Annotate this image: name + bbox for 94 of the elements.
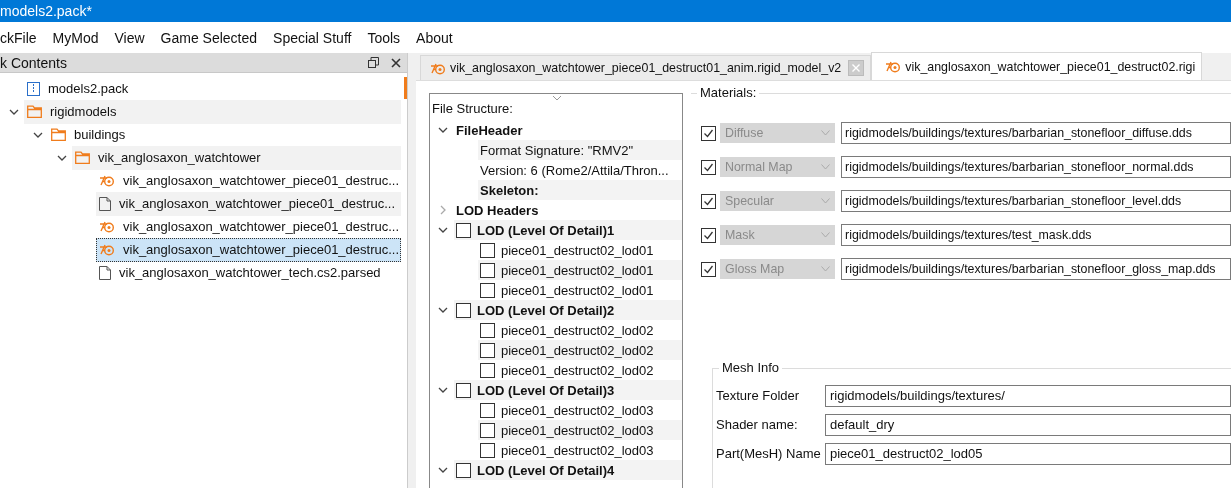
menu-item[interactable]: ckFile <box>0 29 45 46</box>
menu-item[interactable]: Game Selected <box>152 29 266 46</box>
checkbox[interactable] <box>480 262 495 278</box>
tree-item[interactable]: vik_anglosaxon_watchtower_piece01_destruc... <box>96 237 401 262</box>
checkbox[interactable] <box>480 322 495 338</box>
menu-item[interactable]: About <box>408 29 461 46</box>
tree-item[interactable]: piece01_destruct02_lod03 <box>478 440 682 460</box>
chevron-icon[interactable] <box>438 225 448 235</box>
archive-icon <box>27 81 40 96</box>
checkbox[interactable] <box>456 382 471 398</box>
texture-path-field[interactable]: rigidmodels/buildings/textures/barbarian_stonefloor_diffuse.dds <box>841 122 1231 144</box>
texture-path-field[interactable]: rigidmodels/buildings/textures/barbarian_stonefloor_level.dds <box>841 190 1231 212</box>
tree-item[interactable]: rigidmodels <box>24 99 401 124</box>
checkbox[interactable] <box>480 442 495 458</box>
checkbox[interactable] <box>701 261 716 277</box>
tree-item[interactable]: Skeleton: <box>478 180 682 200</box>
window-title: models2.pack* <box>0 3 92 19</box>
field-label: Shader name: <box>716 417 799 432</box>
editor-tab[interactable]: vik_anglosaxon_watchtower_piece01_destruct02.rigi <box>871 52 1203 80</box>
panel-title: File Structure: <box>432 101 513 118</box>
tree-item[interactable]: piece01_destruct02_lod01 <box>478 280 682 300</box>
checkbox[interactable] <box>701 227 716 243</box>
model-icon <box>99 220 115 233</box>
tree-item[interactable]: piece01_destruct02_lod02 <box>478 340 682 360</box>
texture-path-field[interactable]: rigidmodels/buildings/textures/barbarian_stonefloor_gloss_map.dds <box>841 258 1231 280</box>
tree-item[interactable]: piece01_destruct02_lod01 <box>478 260 682 280</box>
float-icon[interactable] <box>368 57 379 68</box>
field-label: Texture Folder <box>716 388 801 403</box>
tree-item[interactable]: vik_anglosaxon_watchtower_piece01_destruc... <box>96 214 401 239</box>
texture-path-field[interactable]: rigidmodels/buildings/textures/barbarian_stonefloor_normal.dds <box>841 156 1231 178</box>
editor-tab[interactable]: vik_anglosaxon_watchtower_piece01_destruct01_anim.rigid_model_v2 <box>420 55 872 80</box>
tree-item[interactable]: models2.pack <box>24 76 401 101</box>
model-icon <box>99 174 115 187</box>
checkbox[interactable] <box>480 362 495 378</box>
tree-item[interactable]: piece01_destruct02_lod03 <box>478 400 682 420</box>
model-icon <box>99 243 115 256</box>
file-icon <box>99 265 111 280</box>
scroll-indicator <box>404 77 407 99</box>
tree-item[interactable]: LOD (Level Of Detail)4 <box>454 460 682 480</box>
checkbox[interactable] <box>456 462 471 478</box>
menu-item[interactable]: Special Stuff <box>265 29 360 46</box>
checkbox[interactable] <box>701 125 716 141</box>
input-field[interactable]: piece01_destruct02_lod05 <box>825 442 1231 465</box>
tree-item[interactable]: vik_anglosaxon_watchtower_piece01_destruc... <box>96 168 401 193</box>
field-label: Part(MesH) Name <box>716 446 822 461</box>
tree-item[interactable]: piece01_destruct02_lod01 <box>478 240 682 260</box>
tree-item[interactable]: piece01_destruct02_lod03 <box>478 420 682 440</box>
chevron-icon[interactable] <box>438 465 448 475</box>
tree-item[interactable]: piece01_destruct02_lod02 <box>478 360 682 380</box>
tree-item[interactable]: buildings <box>48 122 401 147</box>
tree-item[interactable]: LOD Headers <box>454 200 682 220</box>
chevron-icon[interactable] <box>438 385 448 395</box>
caret-icon <box>821 232 830 238</box>
tree-item[interactable]: vik_anglosaxon_watchtower <box>72 145 401 170</box>
caret-icon <box>821 266 830 272</box>
group-title: Materials: <box>697 85 760 100</box>
caret-icon <box>821 198 830 204</box>
tree-item[interactable]: vik_anglosaxon_watchtower_piece01_destruc... <box>96 191 401 216</box>
caret-icon <box>821 130 830 136</box>
tree-item[interactable]: LOD (Level Of Detail)1 <box>454 220 682 240</box>
group-title: Mesh Info <box>719 360 783 375</box>
checkbox[interactable] <box>480 282 495 298</box>
checkbox[interactable] <box>701 159 716 175</box>
tree-item[interactable]: LOD (Level Of Detail)2 <box>454 300 682 320</box>
tree-item[interactable]: Version: 6 (Rome2/Attila/Thron... <box>478 160 682 180</box>
menu-item[interactable]: View <box>106 29 153 46</box>
checkbox[interactable] <box>456 302 471 318</box>
close-icon[interactable] <box>391 57 401 68</box>
folder-icon <box>27 105 42 118</box>
tree-item[interactable]: FileHeader <box>454 120 682 140</box>
checkbox[interactable] <box>480 242 495 258</box>
chevron-icon[interactable] <box>438 125 448 135</box>
checkbox[interactable] <box>701 193 716 209</box>
tree-item[interactable]: piece01_destruct02_lod02 <box>478 320 682 340</box>
folder-icon <box>51 128 66 141</box>
menu-item[interactable]: Tools <box>359 29 409 46</box>
tree-item[interactable]: LOD (Level Of Detail)3 <box>454 380 682 400</box>
input-field[interactable]: default_dry <box>825 413 1231 436</box>
checkbox[interactable] <box>480 342 495 358</box>
caret-icon <box>821 164 830 170</box>
chevron-icon[interactable] <box>438 305 448 315</box>
tree-item[interactable]: Format Signature: "RMV2" <box>478 140 682 160</box>
model-icon <box>884 60 903 73</box>
checkbox[interactable] <box>480 402 495 418</box>
panel-title: k Contents <box>0 54 67 71</box>
input-field[interactable]: rigidmodels/buildings/textures/ <box>825 384 1231 407</box>
folder-icon <box>75 151 90 164</box>
tree-item[interactable]: vik_anglosaxon_watchtower_tech.cs2.parsed <box>96 260 401 285</box>
file-icon <box>99 196 111 211</box>
checkbox[interactable] <box>480 422 495 438</box>
checkbox[interactable] <box>456 222 471 238</box>
menu-item[interactable]: MyMod <box>44 29 107 46</box>
texture-path-field[interactable]: rigidmodels/buildings/textures/test_mask.dds <box>841 224 1231 246</box>
model-icon <box>429 61 447 75</box>
